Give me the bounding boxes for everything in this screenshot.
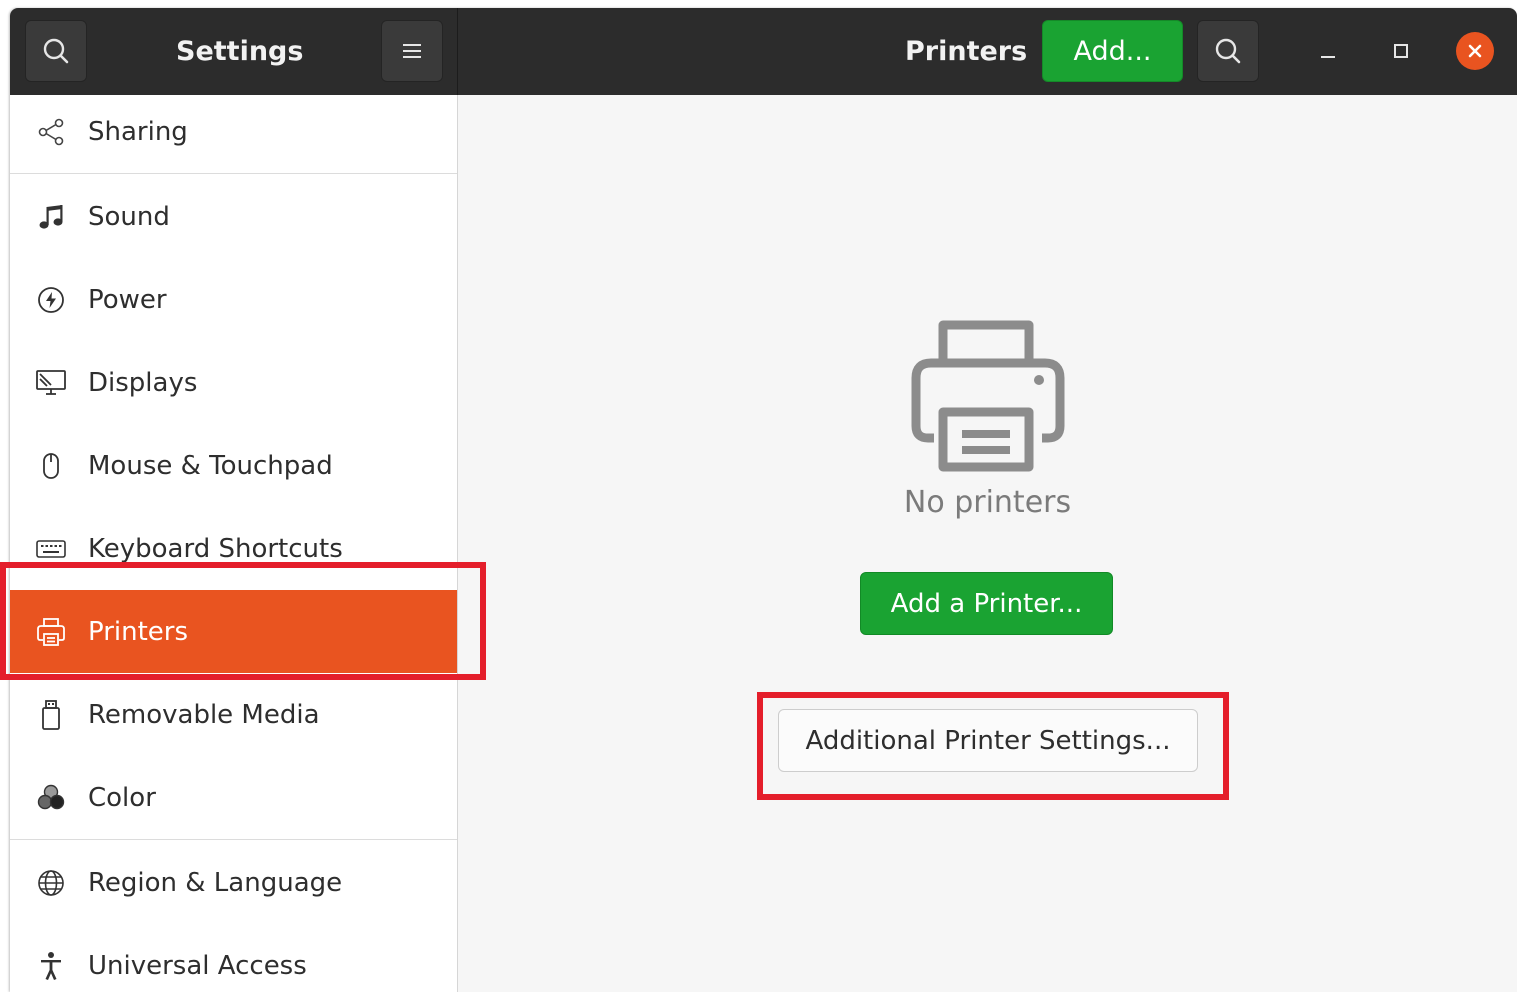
sidebar-item-label: Mouse & Touchpad — [88, 450, 333, 481]
header-divider — [457, 8, 458, 95]
sidebar: Sharing Sound Power Displays Mouse & Tou… — [10, 95, 458, 992]
sidebar-item-label: Sharing — [88, 116, 188, 147]
sidebar-title: Settings — [176, 36, 304, 67]
sidebar-item-region-language[interactable]: Region & Language — [10, 841, 457, 924]
page-title: Printers — [905, 36, 1028, 67]
sidebar-item-label: Power — [88, 284, 167, 315]
power-icon — [35, 284, 67, 316]
sidebar-item-label: Displays — [88, 367, 198, 398]
globe-icon — [35, 867, 67, 899]
sidebar-item-mouse-touchpad[interactable]: Mouse & Touchpad — [10, 424, 457, 507]
minimize-icon — [1321, 56, 1335, 58]
sidebar-item-label: Sound — [88, 201, 170, 232]
sidebar-separator — [10, 173, 457, 174]
sidebar-item-label: Printers — [88, 616, 189, 647]
display-icon — [35, 367, 67, 399]
sidebar-item-label: Color — [88, 782, 156, 813]
empty-state-text: No printers — [903, 485, 1072, 520]
printer-icon — [35, 616, 67, 648]
sidebar-item-label: Removable Media — [88, 699, 320, 730]
removable-media-icon — [35, 699, 67, 731]
add-printer-button[interactable]: Add a Printer... — [860, 572, 1113, 635]
sidebar-item-label: Region & Language — [88, 867, 343, 898]
color-icon — [35, 782, 67, 814]
sidebar-item-displays[interactable]: Displays — [10, 341, 457, 424]
close-icon — [1456, 32, 1494, 70]
header-bar: Settings Printers Add... — [10, 8, 1517, 95]
minimize-button[interactable] — [1307, 30, 1349, 72]
search-icon — [1215, 38, 1241, 64]
maximize-button[interactable] — [1380, 30, 1422, 72]
search-button[interactable] — [1197, 20, 1259, 82]
printer-icon — [911, 320, 1065, 472]
sidebar-item-keyboard-shortcuts[interactable]: Keyboard Shortcuts — [10, 507, 457, 590]
close-button[interactable] — [1454, 30, 1496, 72]
hamburger-menu-icon — [403, 44, 421, 58]
sidebar-item-printers[interactable]: Printers — [10, 590, 457, 673]
mouse-icon — [35, 450, 67, 482]
search-icon — [43, 38, 69, 64]
sidebar-item-sharing[interactable]: Sharing — [10, 90, 457, 173]
keyboard-icon — [35, 533, 67, 565]
printers-panel: No printers Add a Printer... Additional … — [458, 95, 1517, 992]
additional-printer-settings-button[interactable]: Additional Printer Settings... — [778, 709, 1198, 772]
sidebar-item-removable-media[interactable]: Removable Media — [10, 673, 457, 756]
sidebar-item-label: Keyboard Shortcuts — [88, 533, 343, 564]
sidebar-search-button[interactable] — [25, 20, 87, 82]
sidebar-item-color[interactable]: Color — [10, 756, 457, 839]
sidebar-separator — [10, 839, 457, 840]
sidebar-item-label: Universal Access — [88, 950, 307, 981]
menu-button[interactable] — [381, 20, 443, 82]
sidebar-item-universal-access[interactable]: Universal Access — [10, 924, 457, 992]
share-icon — [35, 116, 67, 148]
accessibility-icon — [35, 950, 67, 982]
sidebar-item-sound[interactable]: Sound — [10, 175, 457, 258]
settings-window: Settings Printers Add... Sharing Sound P… — [10, 8, 1517, 992]
add-button[interactable]: Add... — [1042, 20, 1183, 82]
sidebar-item-power[interactable]: Power — [10, 258, 457, 341]
maximize-icon — [1394, 44, 1408, 58]
music-note-icon — [35, 201, 67, 233]
